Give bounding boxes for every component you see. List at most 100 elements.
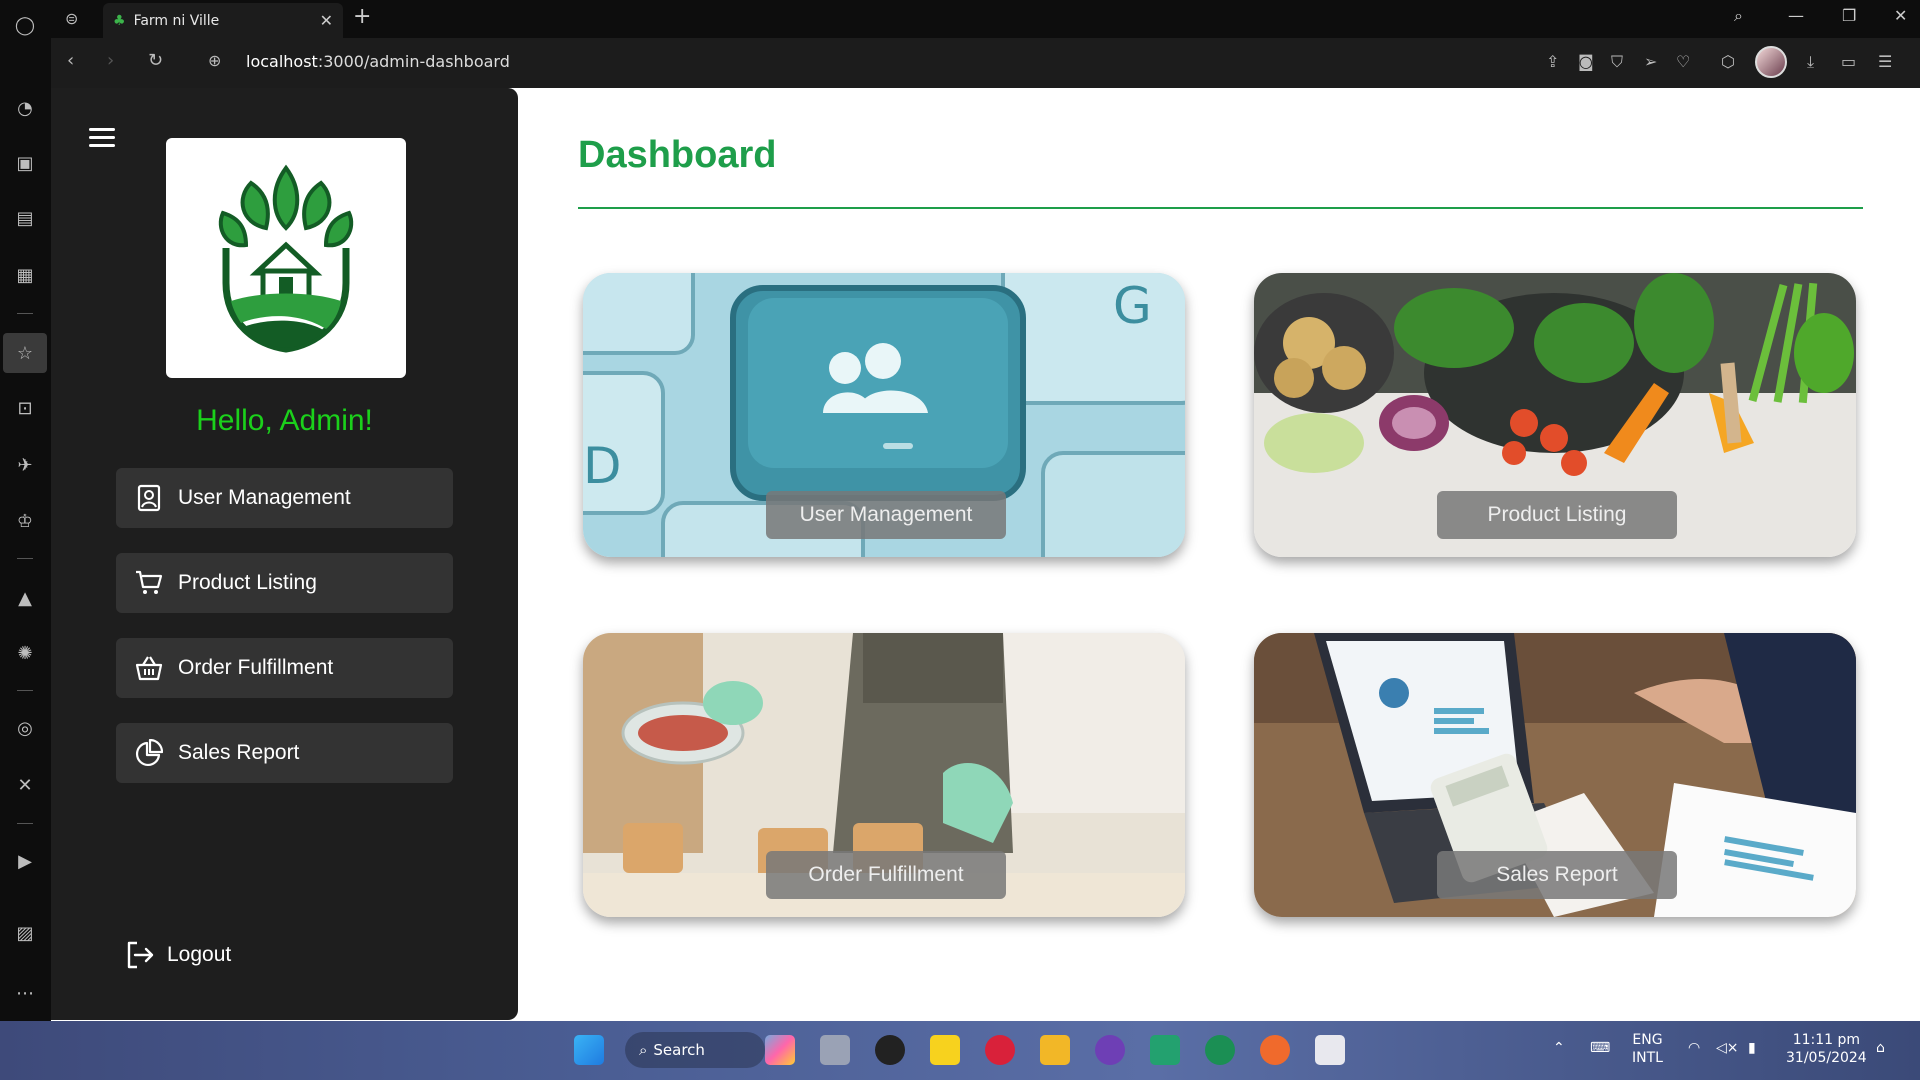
new-tab-icon[interactable]: + (353, 4, 371, 29)
search-tabs-icon[interactable]: ⌕ (1734, 6, 1743, 26)
restore-icon[interactable]: ❐ (1842, 6, 1856, 25)
bookmarks-icon[interactable]: ☆ (3, 333, 47, 373)
basket-icon (134, 653, 164, 683)
keyboard-icon[interactable]: ⌨ (1590, 1039, 1610, 1057)
cpu-icon[interactable]: ▦ (12, 262, 38, 288)
nav-user-management[interactable]: User Management (116, 468, 453, 528)
airplane-icon[interactable]: ✈ (12, 452, 38, 478)
profile-avatar[interactable] (1755, 46, 1787, 78)
card-user-management[interactable]: G D User Management (583, 273, 1185, 557)
nav-order-fulfillment[interactable]: Order Fulfillment (116, 638, 453, 698)
tab-favicon-icon: ♣ (113, 12, 126, 29)
sticky-notes-icon[interactable] (930, 1035, 960, 1065)
tab-bar: ⊜ ♣ Farm ni Ville ✕ + ⌕ — ❐ ✕ (51, 0, 1920, 38)
shopping-icon[interactable]: ▣ (12, 150, 38, 176)
more-icon[interactable]: ⋯ (12, 980, 38, 1006)
easy-setup-icon[interactable]: ☰ (1878, 52, 1892, 71)
x-twitter-icon[interactable]: ✕ (12, 772, 38, 798)
file-explorer-icon[interactable] (1040, 1035, 1070, 1065)
game-controller-icon[interactable]: ⊜ (65, 9, 78, 28)
svg-text:D: D (583, 437, 622, 495)
minimize-icon[interactable]: — (1788, 6, 1804, 25)
share-icon[interactable]: ⇪ (1546, 52, 1559, 71)
volume-muted-icon[interactable]: ◁× (1716, 1039, 1739, 1057)
windows-start-icon[interactable] (574, 1035, 604, 1065)
snapshot-icon[interactable]: ◙ (1578, 52, 1594, 71)
notifications-icon[interactable]: ⌂ (1876, 1039, 1885, 1057)
page: Hello, Admin! User Management Product Li… (51, 88, 1920, 1021)
messenger-icon[interactable]: ◎ (12, 715, 38, 741)
snipping-tool-icon[interactable] (1315, 1035, 1345, 1065)
send-icon[interactable]: ➢ (1644, 52, 1657, 71)
postman-icon[interactable] (1260, 1035, 1290, 1065)
taskbar: ⌕ Search ⌃ ⌨ ENG INTL ◠ ◁× ▮ 11:11 pm 31… (0, 1021, 1920, 1080)
browser-sidebar: ◯ ◔ ▣ ▤ ▦ ☆ ⊡ ✈ ♔ ▲ ✺ ◎ ✕ ▶ ▨ ⋯ (0, 0, 51, 1021)
hamburger-menu-icon[interactable] (89, 128, 115, 148)
tab-farm-ni-ville[interactable]: ♣ Farm ni Ville ✕ (103, 3, 343, 38)
search-label: Search (653, 1041, 705, 1059)
heart-icon[interactable]: ♡ (1676, 52, 1690, 71)
clock-date: 31/05/2024 (1786, 1050, 1867, 1066)
card-label: Product Listing (1437, 491, 1677, 539)
github-desktop-icon[interactable] (1095, 1035, 1125, 1065)
url-path: :3000/admin-dashboard (317, 52, 510, 71)
lang-top: ENG (1632, 1032, 1663, 1048)
vpn-shield-icon[interactable]: ⛉ (1611, 52, 1623, 72)
app-sidebar: Hello, Admin! User Management Product Li… (51, 88, 518, 1020)
app-logo (166, 138, 406, 378)
card-label: Order Fulfillment (766, 851, 1006, 899)
extensions-icon[interactable]: ⬡ (1721, 52, 1735, 71)
aria-icon[interactable]: ▲ (12, 585, 38, 611)
taskbar-search[interactable]: ⌕ Search (625, 1032, 765, 1068)
divider (17, 823, 33, 824)
nav-sales-report[interactable]: Sales Report (116, 723, 453, 783)
divider (17, 558, 33, 559)
page-title: Dashboard (578, 134, 777, 176)
tab-close-icon[interactable]: ✕ (320, 11, 333, 30)
dell-icon[interactable] (875, 1035, 905, 1065)
speed-dial-icon[interactable]: ◔ (12, 95, 38, 121)
nav-product-listing[interactable]: Product Listing (116, 553, 453, 613)
twitch-icon[interactable]: ▤ (12, 205, 38, 231)
card-label: User Management (766, 491, 1006, 539)
clock[interactable]: 11:11 pm 31/05/2024 (1786, 1031, 1867, 1067)
nav-label: User Management (178, 486, 351, 509)
site-info-icon[interactable]: ⊕ (208, 51, 221, 70)
nav-label: Sales Report (178, 741, 300, 764)
card-order-fulfillment[interactable]: Order Fulfillment (583, 633, 1185, 917)
opera-taskbar-icon[interactable] (985, 1035, 1015, 1065)
nav-label: Order Fulfillment (178, 656, 334, 679)
downloads-icon[interactable]: ⤓ (1807, 52, 1814, 72)
task-view-icon[interactable] (820, 1035, 850, 1065)
gallery-icon[interactable]: ▨ (12, 920, 38, 946)
battery-icon[interactable]: ▮ (1748, 1039, 1756, 1057)
close-window-icon[interactable]: ✕ (1894, 6, 1907, 25)
back-icon[interactable]: ‹ (67, 50, 74, 71)
reload-icon[interactable]: ↻ (148, 50, 163, 71)
opera-logo-icon[interactable]: ◯ (12, 12, 38, 38)
user-badge-icon (134, 483, 164, 513)
wifi-icon[interactable]: ◠ (1688, 1039, 1700, 1057)
gamepad-icon[interactable]: ⊡ (12, 395, 38, 421)
vscode-icon[interactable] (1150, 1035, 1180, 1065)
greeting-text: Hello, Admin! (196, 404, 373, 437)
logout-button[interactable]: Logout (125, 940, 231, 970)
tab-title: Farm ni Ville (133, 12, 220, 29)
logout-icon (125, 940, 155, 970)
player-icon[interactable]: ▶ (12, 848, 38, 874)
language-indicator[interactable]: ENG INTL (1632, 1031, 1663, 1067)
crown-icon[interactable]: ♔ (12, 508, 38, 534)
card-label: Sales Report (1437, 851, 1677, 899)
url-host: localhost (246, 52, 318, 71)
card-sales-report[interactable]: Sales Report (1254, 633, 1856, 917)
forward-icon[interactable]: › (107, 50, 114, 71)
copilot-icon[interactable] (765, 1035, 795, 1065)
url-field[interactable]: localhost:3000/admin-dashboard (246, 52, 510, 71)
title-divider (578, 207, 1863, 209)
mongodb-icon[interactable] (1205, 1035, 1235, 1065)
nav-label: Product Listing (178, 571, 317, 594)
battery-saver-icon[interactable]: ▭ (1841, 52, 1856, 71)
chatgpt-icon[interactable]: ✺ (12, 640, 38, 666)
tray-overflow-icon[interactable]: ⌃ (1553, 1039, 1565, 1057)
card-product-listing[interactable]: Product Listing (1254, 273, 1856, 557)
